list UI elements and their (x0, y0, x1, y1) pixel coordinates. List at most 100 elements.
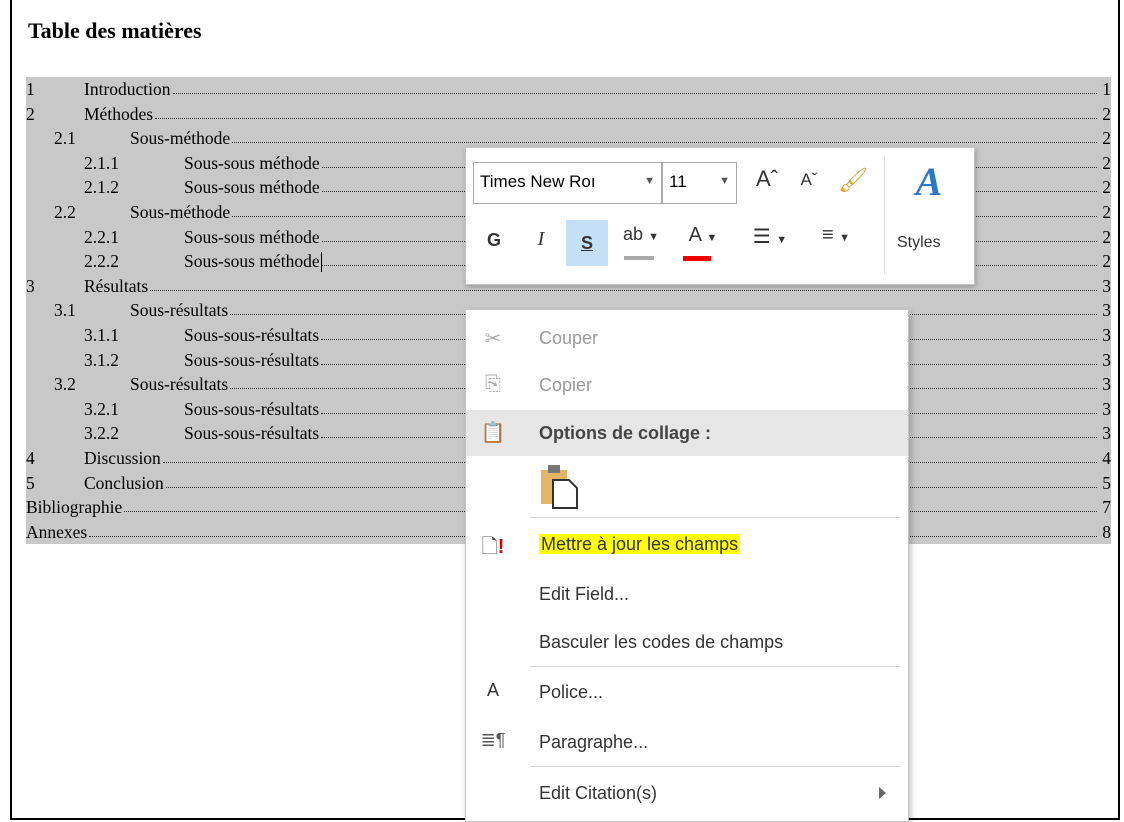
toc-entry-number: 3.1 (54, 300, 76, 321)
underline-button[interactable]: S (566, 220, 608, 266)
bold-button[interactable]: G (479, 230, 509, 251)
font-color-label: A (688, 224, 701, 246)
update-field-icon: 🗋! (481, 536, 505, 558)
toc-entry-number: 4 (26, 447, 35, 468)
bullets-button[interactable]: ☰ ▼ (745, 224, 795, 249)
toc-entry-label: Sous-résultats (130, 374, 229, 395)
menu-item-font[interactable]: A Police... (466, 672, 908, 712)
mini-toolbar: Times New Roı ▼ 11 ▼ Aˆ Aˇ 🖌 A Styles G … (465, 147, 975, 285)
toc-entry-page: 2 (1102, 103, 1111, 124)
toc-entry-number: 3.1.1 (84, 324, 119, 345)
toc-entry-number: 2.1.2 (84, 177, 119, 198)
menu-item-label: Couper (539, 328, 599, 348)
numbered-list-icon: ≡ (821, 224, 834, 246)
bullet-list-icon: ☰ (752, 226, 771, 248)
page-title: Table des matières (28, 18, 202, 43)
grow-font-button[interactable]: Aˆ (752, 166, 782, 192)
toc-entry-label: Méthodes (84, 103, 154, 124)
submenu-arrow-icon (879, 787, 886, 799)
menu-item-copy[interactable]: ⎘ Copier (466, 365, 908, 405)
toc-entry-page: 3 (1102, 324, 1111, 345)
copy-icon: ⎘ (485, 373, 501, 395)
toc-entry-number: 2.1.1 (84, 152, 119, 173)
paste-options-header: 📋 Options de collage : (466, 410, 908, 456)
styles-label[interactable]: Styles (897, 234, 941, 252)
toc-leader-dots (155, 117, 1097, 119)
toc-entry-label: Sous-sous méthode (184, 251, 320, 272)
font-name-combo[interactable]: Times New Roı ▼ (473, 162, 662, 204)
menu-item-label: Edit Field... (539, 584, 630, 604)
toc-entry-page: 7 (1102, 497, 1111, 518)
menu-separator (530, 517, 900, 518)
toc-entry-page: 3 (1102, 374, 1111, 395)
toc-entry-page: 2 (1102, 128, 1111, 149)
toc-entry-label: Sous-sous-résultats (184, 423, 320, 444)
menu-item-toggle-field-codes[interactable]: Basculer les codes de champs (466, 622, 908, 662)
font-color-button[interactable]: A ▼ (678, 224, 728, 247)
toc-entry-page: 3 (1102, 349, 1111, 370)
menu-item-label: Copier (539, 375, 593, 395)
toc-entry-page: 3 (1102, 398, 1111, 419)
toc-entry[interactable]: 2 Méthodes 2 (26, 101, 1111, 127)
format-painter-icon[interactable]: 🖌 (836, 166, 870, 195)
menu-item-edit-field[interactable]: Edit Field... (466, 574, 908, 614)
menu-item-update-fields[interactable]: 🗋! Mettre à jour les champs (466, 524, 908, 564)
toc-entry-number: 1 (26, 79, 35, 99)
chevron-down-icon[interactable]: ▼ (644, 175, 655, 187)
toc-entry-number: 3.2.1 (84, 398, 119, 419)
menu-item-label: Basculer les codes de champs (539, 632, 784, 652)
shrink-font-button[interactable]: Aˇ (794, 170, 824, 190)
toc-entry-number: 3 (26, 275, 35, 296)
toc-entry-label: Sous-sous méthode (184, 226, 320, 247)
menu-item-label: Mettre à jour les champs (539, 534, 741, 554)
context-menu: ✂ Couper ⎘ Copier 📋 Options de collage :… (465, 309, 909, 822)
menu-item-label: Options de collage : (539, 423, 712, 443)
toc-leader-dots (150, 289, 1097, 291)
toc-entry-label: Sous-sous-résultats (184, 398, 320, 419)
toc-leader-dots (232, 142, 1097, 144)
toc-entry-page: 3 (1102, 423, 1111, 444)
font-icon: A (486, 680, 499, 700)
toc-entry-label: Discussion (84, 447, 161, 468)
highlight-color-button[interactable]: ab ▼ (616, 224, 666, 245)
menu-item-paragraph[interactable]: ≣¶ Paragraphe... (466, 722, 908, 762)
toc-entry-label: Sous-sous méthode (184, 152, 320, 173)
toc-entry-page: 2 (1102, 177, 1111, 198)
toc-entry[interactable]: 1 Introduction 1 (26, 77, 1111, 102)
toc-entry-label: Sous-méthode (130, 128, 231, 149)
menu-item-label: Police... (539, 682, 604, 702)
toc-entry-page: 3 (1102, 300, 1111, 321)
toc-entry-number: 2.2 (54, 201, 76, 222)
clipboard-icon: 📋 (480, 422, 506, 444)
text-cursor (321, 252, 322, 273)
chevron-down-icon[interactable]: ▼ (719, 175, 730, 187)
styles-icon[interactable]: A (894, 158, 964, 216)
toc-entry-number: 5 (26, 472, 35, 493)
font-name-value: Times New Roı (480, 172, 596, 191)
menu-item-cut[interactable]: ✂ Couper (466, 318, 908, 358)
scissors-icon: ✂ (484, 328, 502, 350)
toc-entry-label: Sous-résultats (130, 300, 229, 321)
toc-entry-page: 2 (1102, 152, 1111, 173)
italic-button[interactable]: I (526, 228, 556, 251)
toc-entry-number: 2.2.1 (84, 226, 119, 247)
toc-entry-page: 8 (1102, 521, 1111, 542)
toc-entry-label: Sous-sous-résultats (184, 324, 320, 345)
toc-entry-label: Sous-méthode (130, 201, 231, 222)
font-color-swatch (683, 256, 711, 261)
toc-leader-dots (173, 93, 1097, 94)
toc-entry-number: 2 (26, 103, 35, 124)
menu-item-edit-citations[interactable]: Edit Citation(s) (466, 773, 908, 813)
font-size-value: 11 (669, 172, 687, 191)
menu-item-label: Paragraphe... (539, 732, 649, 752)
numbering-button[interactable]: ≡ ▼ (806, 224, 866, 247)
toc-entry-label: Bibliographie (26, 497, 123, 518)
font-size-combo[interactable]: 11 ▼ (662, 162, 737, 204)
toc-entry-number: 2.2.2 (84, 251, 119, 272)
paste-keep-source-icon[interactable] (539, 462, 579, 510)
menu-separator (530, 766, 900, 767)
menu-item-label: Edit Citation(s) (539, 783, 658, 803)
toc-entry-label: Résultats (84, 275, 149, 296)
toc-entry-number: 3.2.2 (84, 423, 119, 444)
toc-entry-page: 5 (1102, 472, 1111, 493)
